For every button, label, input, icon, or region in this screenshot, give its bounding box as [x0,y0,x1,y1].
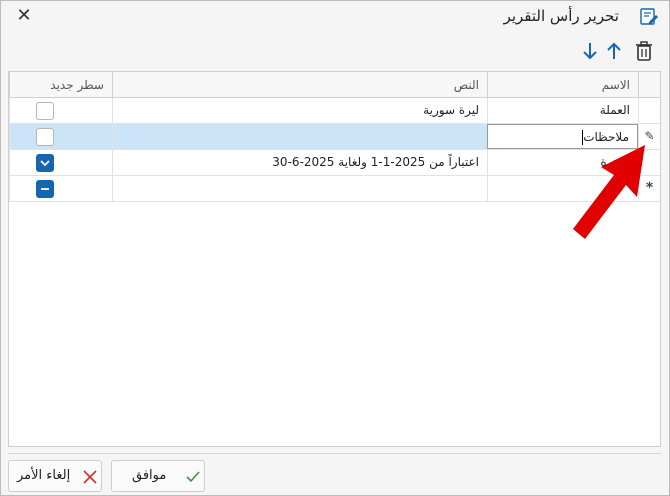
cancel-x-icon [83,470,97,484]
table-row-editing[interactable]: ✎ ملاحظات [9,124,660,150]
arrow-up-icon[interactable] [603,39,625,63]
arrow-down-icon[interactable] [579,39,601,63]
check-icon [186,471,200,483]
header-lines-grid: الاسم النص سطر جديد العملة ليرة سورية ✎ … [8,71,661,447]
column-header-name[interactable]: الاسم [487,72,638,98]
new-row[interactable]: * [9,176,660,202]
new-line-cell [9,98,112,123]
new-line-cell [9,150,112,175]
footer-divider [8,453,661,454]
text-cell[interactable] [112,124,487,149]
checkmark-icon [40,160,50,167]
new-line-checkbox[interactable] [36,102,54,120]
row-indicator [638,98,660,123]
new-line-checkbox-checked[interactable] [36,154,54,172]
table-row[interactable]: الفترة اعتباراً من 2025-1-1 ولغاية 2025-… [9,150,660,176]
cancel-button[interactable]: إلغاء الأمر [8,460,102,492]
name-cell[interactable]: العملة [487,98,638,123]
indeterminate-icon [41,188,49,190]
close-button[interactable]: ✕ [13,5,35,27]
title-bar: ✕ تحرير رأس التقرير [1,1,669,33]
new-line-cell [9,176,112,201]
new-line-cell [9,124,112,149]
toolbar [1,37,669,65]
row-indicator-header [638,72,660,98]
cancel-label: إلغاء الأمر [17,468,71,483]
window-title: تحرير رأس التقرير [503,7,619,25]
column-header-new-line[interactable]: سطر جديد [9,72,112,98]
new-line-checkbox-indeterminate[interactable] [36,180,54,198]
new-line-checkbox[interactable] [36,128,54,146]
text-cell[interactable]: اعتباراً من 2025-1-1 ولغاية 2025-6-30 [112,150,487,175]
column-header-text[interactable]: النص [112,72,487,98]
text-cell[interactable]: ليرة سورية [112,98,487,123]
table-row[interactable]: العملة ليرة سورية [9,98,660,124]
trash-icon[interactable] [633,39,655,63]
edit-document-icon [640,8,658,25]
edit-report-header-dialog: ✕ تحرير رأس التقرير الاسم النص سطر جديد … [0,0,670,496]
annotation-arrow [573,145,645,239]
ok-label: موافق [132,468,167,483]
ok-button[interactable]: موافق [111,460,205,492]
text-cell[interactable] [112,176,487,201]
